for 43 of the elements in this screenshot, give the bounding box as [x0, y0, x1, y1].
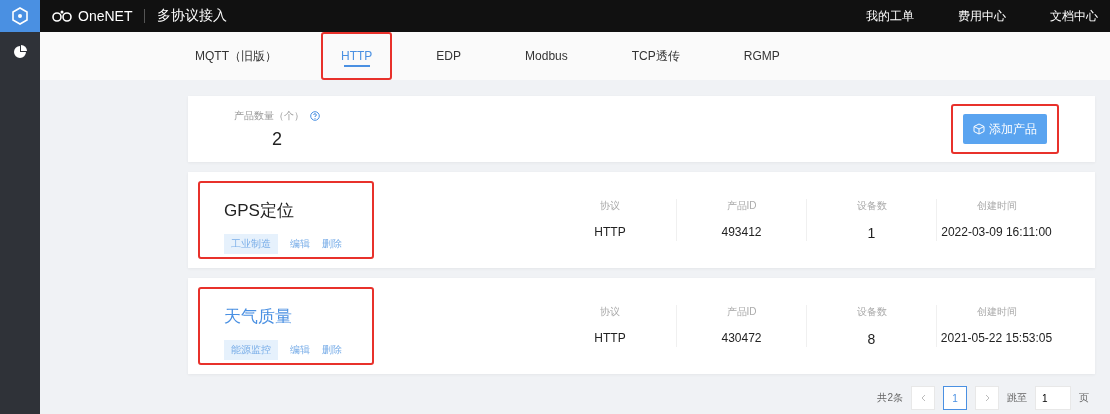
product-count: 2	[272, 128, 282, 150]
protocol-tab[interactable]: EDP	[416, 32, 482, 80]
protocol-tab[interactable]: TCP透传	[611, 32, 700, 80]
hexagon-logo-icon[interactable]	[11, 7, 29, 25]
field-value: 2022-03-09 16:11:00	[941, 225, 1052, 239]
page-button[interactable]: 1	[943, 386, 967, 410]
category-tag: 能源监控	[224, 340, 278, 360]
product-name[interactable]: GPS定位	[224, 199, 374, 222]
field-value: 8	[867, 331, 876, 347]
pie-chart-icon[interactable]	[13, 45, 27, 59]
field-value: 493412	[721, 225, 762, 239]
cube-icon	[973, 123, 985, 135]
page-input[interactable]: 1	[1035, 386, 1071, 410]
page-title: 多协议接入	[157, 7, 228, 25]
field-value: 430472	[721, 331, 762, 345]
top-nav-link[interactable]: 文档中心	[1050, 7, 1098, 25]
field-label: 创建时间	[976, 199, 1017, 213]
protocol-tab[interactable]: Modbus	[505, 32, 588, 80]
brand-name: OneNET	[78, 8, 133, 24]
help-icon[interactable]	[310, 110, 320, 121]
logo-icon	[52, 10, 74, 22]
protocol-tab[interactable]: MQTT（旧版）	[175, 32, 297, 80]
field-value: HTTP	[594, 331, 626, 345]
protocol-tab[interactable]: RGMP	[723, 32, 800, 80]
field-value: 1	[867, 225, 876, 241]
top-nav-link[interactable]: 费用中心	[958, 7, 1006, 25]
field-label: 设备数	[856, 305, 887, 319]
field-value: 2021-05-22 15:53:05	[940, 331, 1053, 345]
category-tag: 工业制造	[224, 234, 278, 254]
field-label: 设备数	[856, 199, 887, 213]
jump-label: 跳至	[1007, 391, 1027, 405]
page-unit: 页	[1079, 391, 1089, 405]
chevron-right-icon	[984, 394, 990, 402]
top-nav-link[interactable]: 我的工单	[866, 7, 914, 25]
field-value: HTTP	[594, 225, 626, 239]
field-label: 产品ID	[726, 305, 757, 319]
field-label: 协议	[600, 199, 620, 213]
chevron-left-icon	[920, 394, 926, 402]
total-count: 共2条	[877, 391, 903, 405]
field-label: 产品ID	[726, 199, 757, 213]
product-count-label: 产品数量（个）	[234, 108, 304, 123]
field-label: 创建时间	[976, 305, 1017, 319]
field-label: 协议	[600, 305, 620, 319]
